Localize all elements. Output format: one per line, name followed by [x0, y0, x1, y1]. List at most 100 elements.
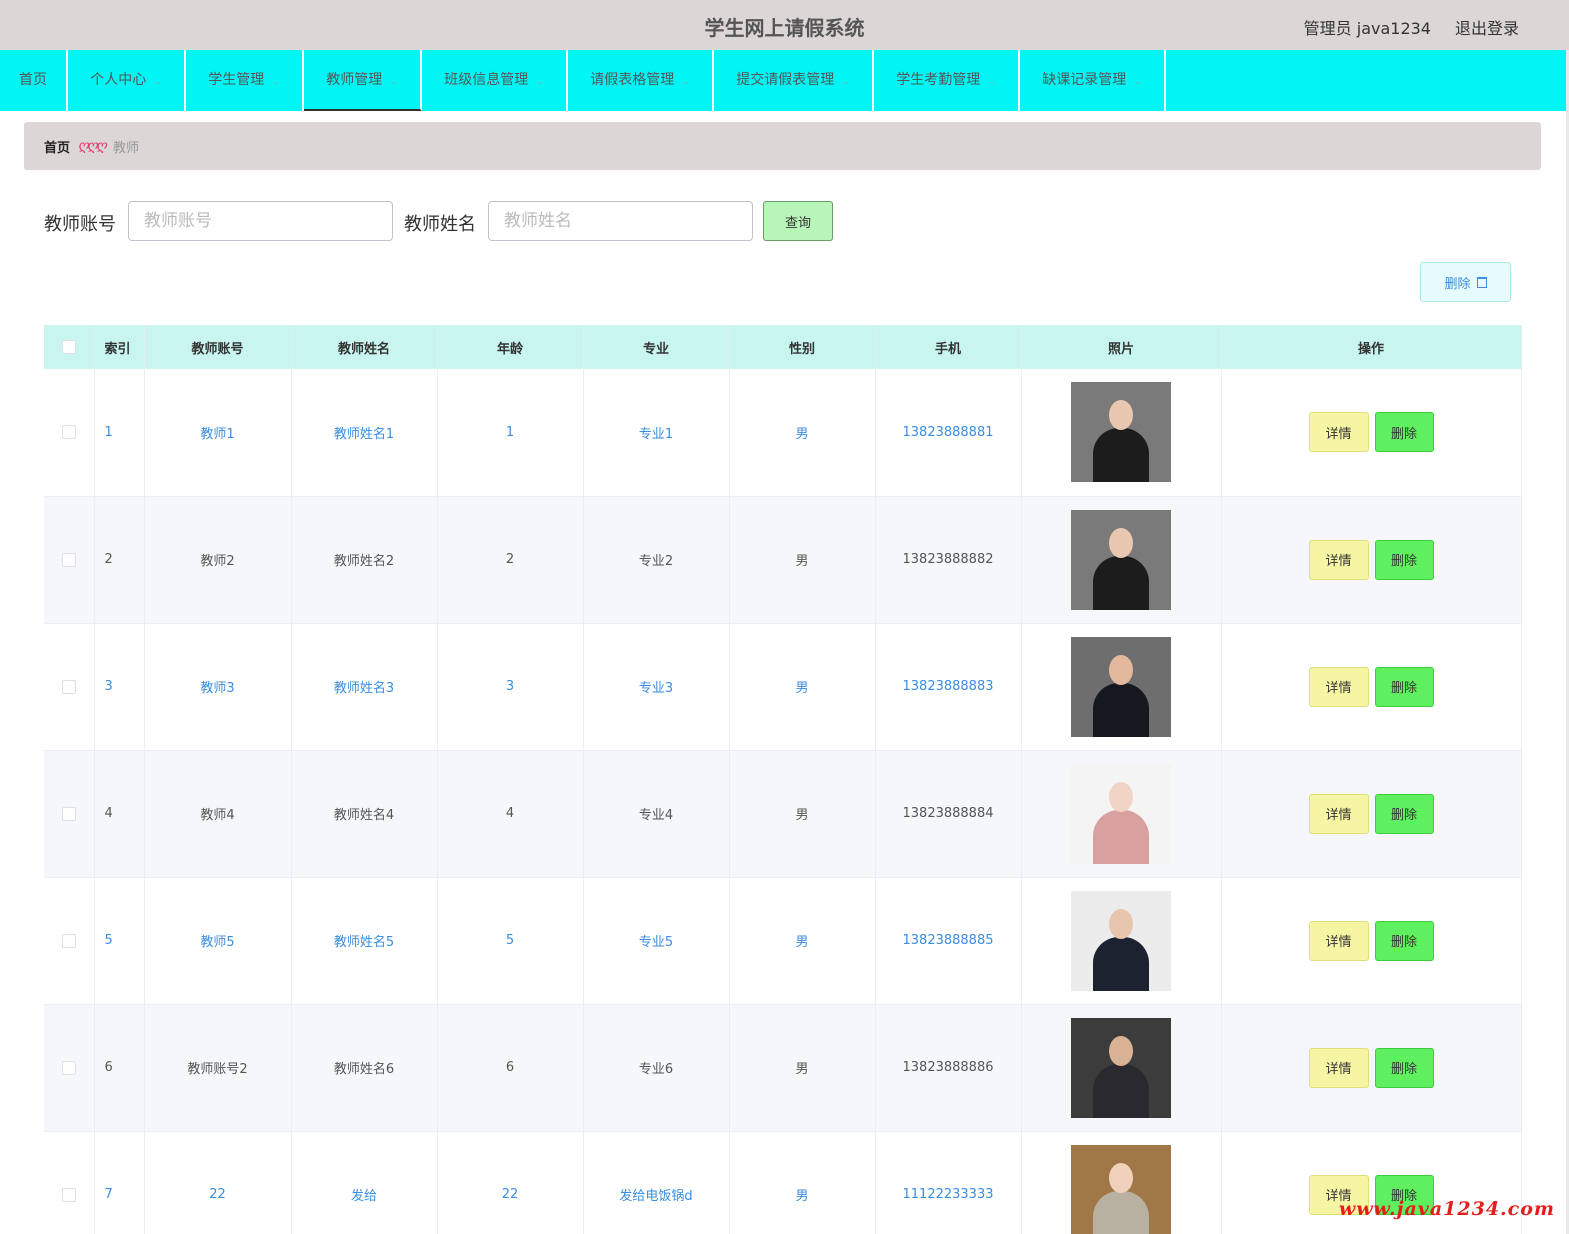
cell-photo: [1021, 1004, 1222, 1132]
nav-item-5[interactable]: 请假表格管理 ⌄: [568, 50, 714, 111]
logout-link[interactable]: 退出登录: [1455, 15, 1519, 39]
nav-item-3[interactable]: 教师管理 ⌄: [304, 50, 422, 111]
cell-account: 教师账号2: [144, 1004, 292, 1132]
trash-icon: [1476, 276, 1487, 288]
cell-gender: 男: [729, 1004, 876, 1132]
nav-item-label: 学生考勤管理: [896, 72, 981, 88]
chevron-down-icon: ⌄: [390, 77, 398, 87]
row-select-cell[interactable]: [44, 1004, 95, 1132]
row-select-cell[interactable]: [44, 877, 95, 1005]
current-user: 管理员 java1234: [1303, 19, 1431, 38]
cell-phone: 13823888886: [875, 1004, 1022, 1132]
teacher-photo: [1071, 636, 1171, 737]
detail-button[interactable]: 详情: [1308, 412, 1369, 453]
cell-name: 发给: [291, 1131, 438, 1234]
cell-phone: 13823888884: [875, 750, 1022, 878]
header-bar: 学生网上请假系统 管理员 java1234 退出登录: [0, 0, 1569, 50]
row-checkbox[interactable]: [61, 425, 76, 440]
cell-photo: [1021, 623, 1222, 751]
teacher-table: 索引 教师账号 教师姓名 年龄 专业 性别 手机 照片 操作 1 教师1 教师姓名1…: [44, 325, 1522, 1234]
delete-button[interactable]: 删除: [1374, 412, 1434, 453]
cell-index: 6: [94, 1004, 145, 1132]
cell-name: 教师姓名6: [291, 1004, 438, 1132]
nav-item-label: 请假表格管理: [590, 72, 675, 88]
cell-phone: 13823888885: [875, 877, 1022, 1005]
bulk-delete-button[interactable]: 删除: [1420, 262, 1511, 302]
nav-item-1[interactable]: 个人中心 ⌄: [68, 50, 186, 111]
cell-photo: [1021, 1131, 1222, 1234]
nav-item-7[interactable]: 学生考勤管理 ⌄: [874, 50, 1020, 111]
teacher-photo: [1071, 763, 1171, 864]
cell-account: 教师5: [144, 877, 292, 1005]
delete-button[interactable]: 删除: [1374, 1047, 1434, 1088]
nav-item-6[interactable]: 提交请假表管理 ⌄: [714, 50, 874, 111]
select-all-checkbox[interactable]: [61, 340, 76, 354]
col-header-age: 年龄: [437, 325, 584, 369]
row-checkbox[interactable]: [61, 552, 76, 567]
query-button[interactable]: 查询: [763, 201, 833, 241]
cell-phone: 13823888883: [875, 623, 1022, 751]
table-row: 3 教师3 教师姓名3 3 专业3 男 13823888883 详情 删除: [44, 623, 1522, 751]
cell-photo: [1021, 750, 1222, 878]
col-header-actions: 操作: [1221, 325, 1522, 369]
row-checkbox[interactable]: [61, 679, 76, 694]
nav-item-2[interactable]: 学生管理 ⌄: [186, 50, 304, 111]
delete-button[interactable]: 删除: [1374, 793, 1434, 834]
col-header-index: 索引: [94, 325, 145, 369]
row-select-cell[interactable]: [44, 496, 95, 624]
row-select-cell[interactable]: [44, 623, 95, 751]
row-checkbox[interactable]: [61, 933, 76, 948]
cell-gender: 男: [729, 496, 876, 624]
row-checkbox[interactable]: [61, 806, 76, 821]
chevron-down-icon: ⌄: [842, 77, 850, 87]
breadcrumb-home[interactable]: 首页: [44, 137, 70, 156]
cell-age: 5: [437, 877, 584, 1005]
row-checkbox[interactable]: [61, 1060, 76, 1075]
chevron-down-icon: ⌄: [536, 77, 544, 87]
select-all-cell[interactable]: [44, 325, 95, 369]
row-select-cell[interactable]: [44, 1131, 95, 1234]
col-header-photo: 照片: [1021, 325, 1222, 369]
cell-index: 3: [94, 623, 145, 751]
cell-name: 教师姓名1: [291, 369, 438, 497]
cell-phone: 11122233333: [875, 1131, 1022, 1234]
detail-button[interactable]: 详情: [1308, 666, 1369, 707]
cell-gender: 男: [729, 623, 876, 751]
delete-button[interactable]: 删除: [1374, 920, 1434, 961]
bulk-delete-label: 删除: [1444, 276, 1471, 292]
nav-item-8[interactable]: 缺课记录管理 ⌄: [1020, 50, 1166, 111]
teacher-photo: [1071, 1144, 1171, 1234]
cell-major: 专业4: [583, 750, 730, 878]
row-select-cell[interactable]: [44, 750, 95, 878]
row-checkbox[interactable]: [61, 1187, 76, 1202]
nav-item-label: 缺课记录管理: [1042, 72, 1127, 88]
cell-name: 教师姓名2: [291, 496, 438, 624]
cell-index: 7: [94, 1131, 145, 1234]
detail-button[interactable]: 详情: [1308, 793, 1369, 834]
table-row: 5 教师5 教师姓名5 5 专业5 男 13823888885 详情 删除: [44, 877, 1522, 1005]
cell-photo: [1021, 496, 1222, 624]
nav-item-0[interactable]: 首页: [0, 50, 68, 111]
nav-item-4[interactable]: 班级信息管理 ⌄: [422, 50, 568, 111]
cell-name: 教师姓名4: [291, 750, 438, 878]
cell-major: 专业6: [583, 1004, 730, 1132]
row-select-cell[interactable]: [44, 369, 95, 497]
main-nav: 首页 个人中心 ⌄ 学生管理 ⌄ 教师管理 ⌄ 班级信息管理 ⌄ 请假表格管理 ⌄ 提交请假表管理 ⌄ 学…: [0, 50, 1569, 111]
cell-major: 专业1: [583, 369, 730, 497]
nav-item-label: 学生管理: [208, 72, 265, 88]
watermark: www.java1234.com: [1338, 1198, 1555, 1220]
col-header-major: 专业: [583, 325, 730, 369]
delete-button[interactable]: 删除: [1374, 666, 1434, 707]
cell-actions: 详情 删除: [1221, 750, 1522, 878]
cell-index: 5: [94, 877, 145, 1005]
account-search-input[interactable]: [128, 201, 393, 241]
cell-actions: 详情 删除: [1221, 877, 1522, 1005]
detail-button[interactable]: 详情: [1308, 920, 1369, 961]
delete-button[interactable]: 删除: [1374, 539, 1434, 580]
chevron-down-icon: ⌄: [988, 77, 996, 87]
chevron-down-icon: ⌄: [154, 77, 162, 87]
detail-button[interactable]: 详情: [1308, 1047, 1369, 1088]
detail-button[interactable]: 详情: [1308, 539, 1369, 580]
cell-phone: 13823888881: [875, 369, 1022, 497]
name-search-input[interactable]: [488, 201, 753, 241]
